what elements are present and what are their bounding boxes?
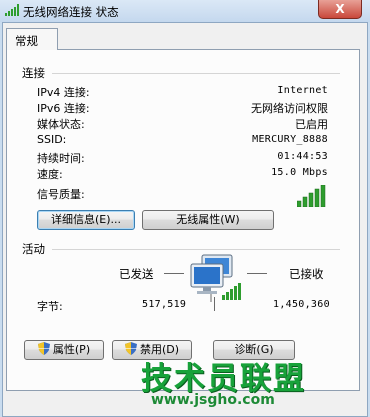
connection-heading: 连接 bbox=[22, 66, 45, 80]
ssid-value: MERCURY_8888 bbox=[252, 134, 328, 145]
duration-label: 持续时间: bbox=[37, 152, 85, 165]
tab-general-label: 常规 bbox=[15, 34, 38, 48]
activity-divider-vertical bbox=[214, 297, 215, 311]
signal-quality-label: 信号质量: bbox=[37, 188, 85, 201]
close-button[interactable]: X bbox=[318, 0, 362, 19]
duration-value: 01:44:53 bbox=[277, 151, 328, 162]
speed-value: 15.0 Mbps bbox=[271, 167, 328, 178]
properties-button-label: 属性(P) bbox=[52, 343, 91, 356]
ipv4-value: Internet bbox=[277, 85, 328, 96]
network-computer-icon bbox=[190, 254, 241, 302]
properties-button[interactable]: 属性(P) bbox=[24, 340, 104, 360]
tab-general[interactable]: 常规 bbox=[6, 28, 58, 50]
uac-shield-icon bbox=[37, 342, 50, 355]
title-bar[interactable]: 无线网络连接 状态 X bbox=[0, 0, 370, 22]
media-state-value: 已启用 bbox=[295, 118, 328, 131]
uac-shield-icon bbox=[124, 342, 137, 355]
sent-line bbox=[164, 273, 184, 274]
bytes-received-value: 1,450,360 bbox=[273, 299, 330, 310]
speed-label: 速度: bbox=[37, 168, 63, 181]
media-state-label: 媒体状态: bbox=[37, 118, 85, 131]
bytes-sent-value: 517,519 bbox=[142, 299, 187, 310]
bytes-label: 字节: bbox=[37, 300, 63, 313]
wireless-properties-button[interactable]: 无线属性(W) bbox=[142, 210, 274, 230]
wireless-signal-icon bbox=[5, 4, 19, 16]
ipv4-label: IPv4 连接: bbox=[37, 86, 90, 99]
ssid-label: SSID: bbox=[37, 133, 67, 146]
connection-divider bbox=[52, 73, 340, 74]
activity-heading: 活动 bbox=[22, 242, 45, 256]
sent-label: 已发送 bbox=[119, 267, 154, 281]
received-label: 已接收 bbox=[289, 267, 324, 281]
ipv6-value: 无网络访问权限 bbox=[251, 102, 328, 115]
details-button[interactable]: 详细信息(E)... bbox=[37, 210, 135, 230]
watermark-url: www.jsgho.com bbox=[151, 392, 275, 408]
received-line bbox=[247, 273, 267, 274]
activity-divider bbox=[52, 249, 340, 250]
window-title: 无线网络连接 状态 bbox=[23, 5, 119, 19]
signal-quality-icon bbox=[297, 185, 326, 207]
ipv6-label: IPv6 连接: bbox=[37, 102, 90, 115]
